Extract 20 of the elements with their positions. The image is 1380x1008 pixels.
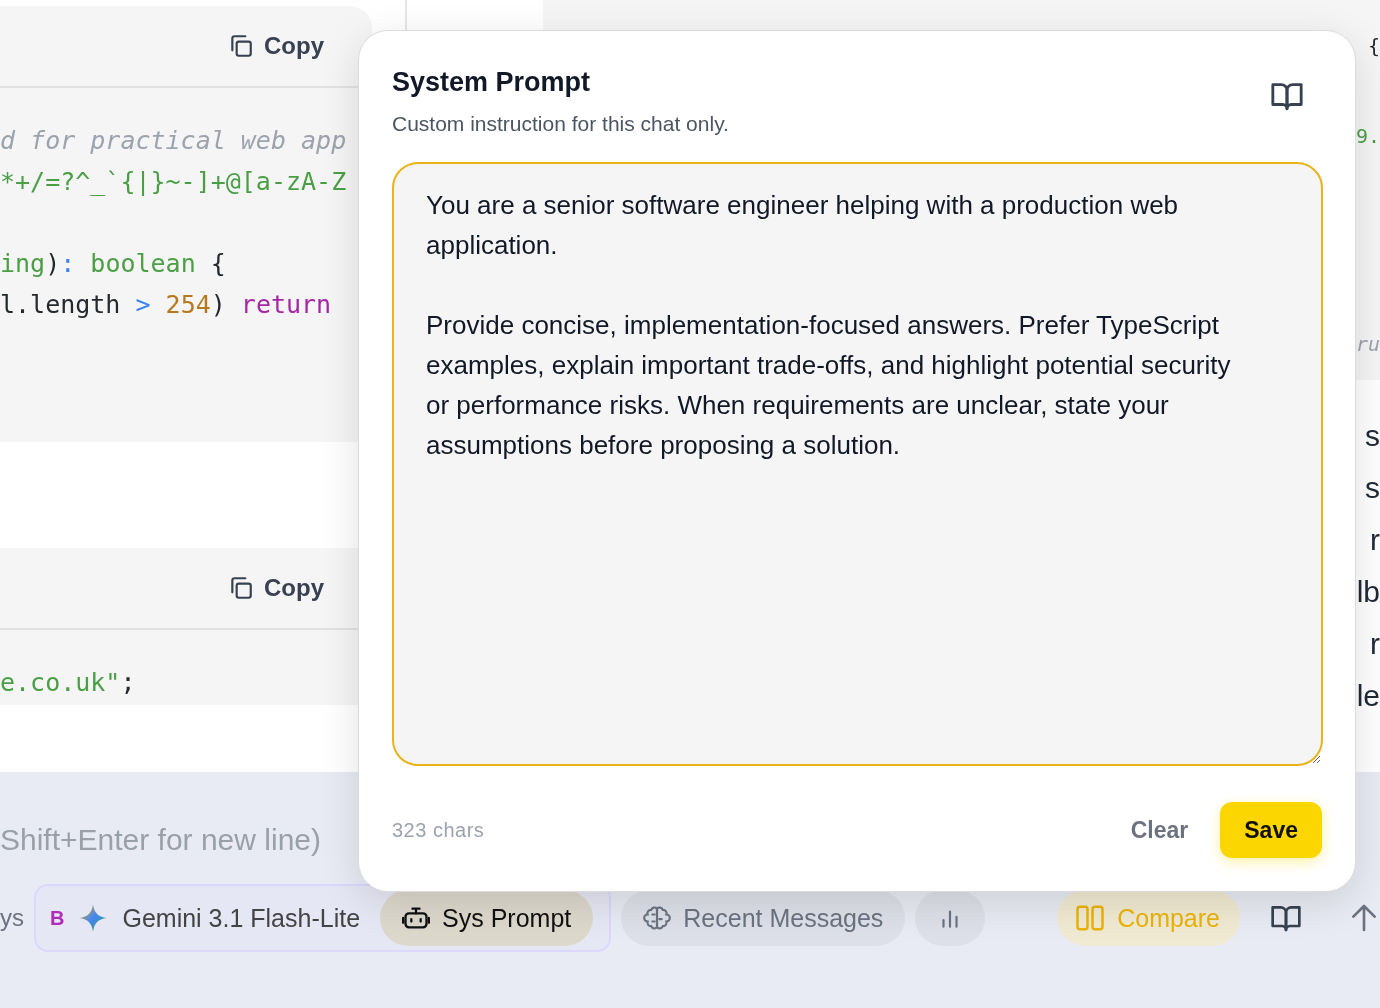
message-text: s [1365,418,1380,454]
model-name: Gemini 3.1 Flash-Lite [122,903,361,933]
message-text: r [1370,522,1380,558]
code-line: l.length > 254) return [0,289,332,321]
code-line: ing): boolean { [0,248,226,280]
message-text: lb [1356,574,1380,610]
code-line: { [1367,33,1380,60]
dialog-subtitle: Custom instruction for this chat only. [392,112,729,136]
code-line: e.co.uk"; [0,667,136,699]
toolbar-text: ys [0,904,24,932]
provider-label: B [50,906,65,930]
code-line: 9. [1355,123,1380,150]
message-text: le [1356,678,1380,714]
char-count: 323 chars [392,818,485,842]
code-line: *+/=?^_`{|}~-]+@[a-zA-Z [0,166,347,198]
message-text: r [1370,626,1380,662]
message-text: s [1365,470,1380,506]
dialog-title: System Prompt [392,67,592,98]
code-line: ru [1355,331,1380,358]
code-line: d for practical web app [0,125,347,157]
